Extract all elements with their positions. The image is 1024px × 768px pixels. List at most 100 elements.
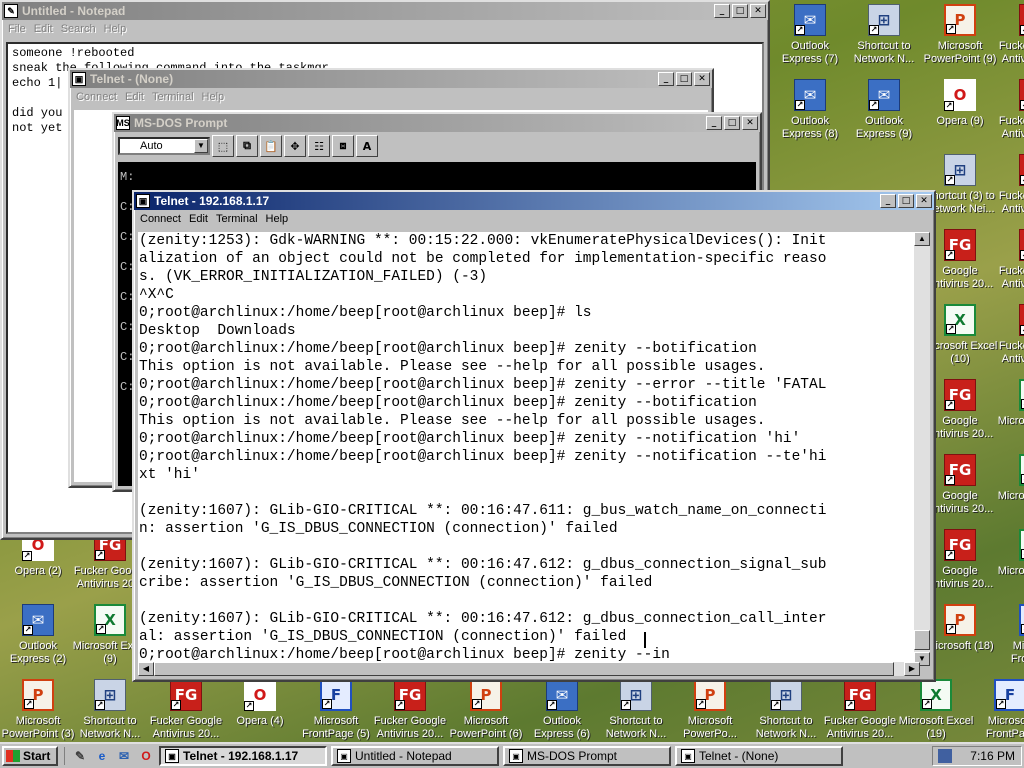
desktop-icon-fg[interactable]: FG↗ Fucker Google Antivirus 20...: [997, 2, 1024, 74]
menu-search[interactable]: Search: [59, 23, 102, 35]
terminal-line: 0;root@archlinux:/home/beep[root@archlin…: [139, 431, 801, 447]
volume-icon[interactable]: [938, 749, 953, 763]
menu-terminal[interactable]: Terminal: [214, 213, 264, 225]
copy-button[interactable]: ⧉: [236, 135, 258, 157]
menu-help[interactable]: Help: [200, 91, 231, 103]
font-size-select[interactable]: Auto ▼: [118, 137, 210, 155]
maximize-button[interactable]: □: [898, 194, 914, 208]
desktop-icon-excel[interactable]: X ↗ Microsoft Excel (19): [898, 677, 974, 742]
terminal-line: 0;root@archlinux:/home/beep[root@archlin…: [139, 449, 827, 465]
desktop-icon-excel[interactable]: X↗ Microsoft Excel (2...: [997, 527, 1024, 599]
shortcut-arrow-icon: ↗: [547, 700, 557, 710]
menu-help[interactable]: Help: [264, 213, 295, 225]
taskbar-button[interactable]: ▣ MS-DOS Prompt: [503, 746, 671, 766]
menu-edit[interactable]: Edit: [32, 23, 59, 35]
desktop-icon-frontpage[interactable]: F↗ Microsoft FrontPa...: [972, 677, 1024, 742]
msdos-titlebar[interactable]: MS MS-DOS Prompt _ □ ✕: [114, 114, 760, 132]
maximize-button[interactable]: □: [724, 116, 740, 130]
shortcut-arrow-icon: ↗: [795, 25, 805, 35]
shortcut-arrow-icon: ↗: [23, 625, 33, 635]
notepad-titlebar[interactable]: ✎ Untitled - Notepad _ □ ✕: [2, 2, 768, 20]
show-desktop-icon[interactable]: ✎: [71, 747, 89, 765]
scroll-right-button[interactable]: ▶: [904, 662, 920, 676]
desktop-icon-ppt[interactable]: P ↗ Microsoft PowerPoint (6): [448, 677, 524, 742]
minimize-button[interactable]: _: [714, 4, 730, 18]
close-button[interactable]: ✕: [750, 4, 766, 18]
desktop-icon-excel[interactable]: X↗ Microsoft Excel (1...: [997, 377, 1024, 449]
taskbar-button[interactable]: ▣ Telnet - (None): [675, 746, 843, 766]
desktop-icon-outlook[interactable]: ✉ ↗ Outlook Express (8): [772, 77, 848, 149]
minimize-button[interactable]: _: [706, 116, 722, 130]
menu-connect[interactable]: Connect: [138, 213, 187, 225]
menu-help[interactable]: Help: [102, 23, 133, 35]
menu-terminal[interactable]: Terminal: [150, 91, 200, 103]
desktop-icon-ppt[interactable]: P ↗ Microsoft PowerPoint (9): [922, 2, 998, 74]
close-button[interactable]: ✕: [742, 116, 758, 130]
desktop-icon-network[interactable]: ⊞ ↗ Shortcut to Network N...: [748, 677, 824, 742]
desktop-icon-fg[interactable]: FG↗ Fucker Google Antivirus 20...: [997, 152, 1024, 224]
desktop-icon-network[interactable]: ⊞ ↗ Shortcut to Network N...: [72, 677, 148, 742]
scroll-thumb[interactable]: [154, 662, 894, 676]
maximize-button[interactable]: □: [732, 4, 748, 18]
desktop-icon-opera[interactable]: O ↗ Opera (4): [222, 677, 298, 742]
scroll-left-button[interactable]: ◀: [138, 662, 154, 676]
quick-launch: ✎ e ✉ O: [64, 747, 155, 765]
desktop-icon-frontpage[interactable]: F ↗ Microsoft FrontPage (5): [298, 677, 374, 742]
desktop-icon-excel[interactable]: X↗ Microsoft Excel (2...: [997, 452, 1024, 524]
vertical-scrollbar[interactable]: ▲ ▼: [914, 232, 930, 666]
minimize-button[interactable]: _: [880, 194, 896, 208]
mark-button[interactable]: ⬚: [212, 135, 234, 157]
fg-icon: FG↗: [944, 379, 976, 411]
taskbar-button[interactable]: ▣ Untitled - Notepad: [331, 746, 499, 766]
telnet-terminal[interactable]: (zenity:1253): Gdk-WARNING **: 00:15:22.…: [138, 232, 920, 666]
desktop-icon-opera[interactable]: O ↗ Opera (9): [922, 77, 998, 149]
telnet-none-titlebar[interactable]: ▣ Telnet - (None) _ □ ✕: [70, 70, 712, 88]
scroll-thumb[interactable]: [914, 630, 930, 650]
menu-edit[interactable]: Edit: [123, 91, 150, 103]
fg-icon: FG↗: [1019, 304, 1024, 336]
menu-file[interactable]: File: [6, 23, 32, 35]
desktop-icon-outlook[interactable]: ✉ ↗ Outlook Express (2): [0, 602, 76, 674]
outlook-icon[interactable]: ✉: [115, 747, 133, 765]
desktop-icon-label: Outlook Express (7): [781, 40, 839, 65]
telnet-main-titlebar[interactable]: ▣ Telnet - 192.168.1.17 _ □ ✕: [134, 192, 934, 210]
opera-icon[interactable]: O: [137, 747, 155, 765]
excel-icon: X↗: [1019, 379, 1024, 411]
menu-connect[interactable]: Connect: [74, 91, 123, 103]
desktop-icon-frontpage[interactable]: F↗ Microsoft FrontPa...: [997, 602, 1024, 674]
horizontal-scrollbar[interactable]: ◀ ▶: [138, 662, 920, 676]
desktop-icon-fg[interactable]: FG↗ Fucker Google Antivirus 20...: [997, 77, 1024, 149]
terminal-line: n: assertion 'G_IS_DBUS_CONNECTION (conn…: [139, 521, 618, 537]
desktop-icon-fg[interactable]: FG↗ Fucker Google Antivirus 20...: [148, 677, 224, 742]
chevron-down-icon[interactable]: ▼: [194, 139, 208, 153]
desktop-icon-outlook[interactable]: ✉ ↗ Outlook Express (6): [524, 677, 600, 742]
fullscreen-button[interactable]: ✥: [284, 135, 306, 157]
notepad-title: Untitled - Notepad: [22, 4, 126, 18]
desktop-icon-outlook[interactable]: ✉ ↗ Outlook Express (9): [846, 77, 922, 149]
ie-icon[interactable]: e: [93, 747, 111, 765]
paste-button[interactable]: 📋: [260, 135, 282, 157]
desktop-icon-network[interactable]: ⊞ ↗ Shortcut to Network N...: [846, 2, 922, 74]
desktop-icon-fg[interactable]: FG↗ Fucker Google Antivirus 20...: [997, 227, 1024, 299]
maximize-button[interactable]: □: [676, 72, 692, 86]
font-button[interactable]: A: [356, 135, 378, 157]
desktop-icon-outlook[interactable]: ✉ ↗ Outlook Express (7): [772, 2, 848, 74]
taskbar-button[interactable]: ▣ Telnet - 192.168.1.17: [159, 746, 327, 766]
close-button[interactable]: ✕: [916, 194, 932, 208]
start-button[interactable]: Start: [2, 746, 58, 766]
desktop-icon-fg[interactable]: FG↗ Fucker Google Antivirus 20...: [372, 677, 448, 742]
desktop-icon-ppt[interactable]: P ↗ Microsoft PowerPo...: [672, 677, 748, 742]
desktop-icon-network[interactable]: ⊞ ↗ Shortcut to Network N...: [598, 677, 674, 742]
desktop-icon-ppt[interactable]: P ↗ Microsoft PowerPoint (3): [0, 677, 76, 742]
desktop-icon-fg[interactable]: FG↗ Fucker Google Antivirus 20...: [997, 302, 1024, 374]
minimize-button[interactable]: _: [658, 72, 674, 86]
telnet-main-window[interactable]: ▣ Telnet - 192.168.1.17 _ □ ✕ Connect Ed…: [132, 190, 936, 682]
desktop-icon-fg[interactable]: FG↗ Fucker Google Antivirus 20...: [822, 677, 898, 742]
background-button[interactable]: ⧈: [332, 135, 354, 157]
scroll-up-button[interactable]: ▲: [914, 232, 930, 246]
menu-edit[interactable]: Edit: [187, 213, 214, 225]
properties-button[interactable]: ☷: [308, 135, 330, 157]
close-button[interactable]: ✕: [694, 72, 710, 86]
